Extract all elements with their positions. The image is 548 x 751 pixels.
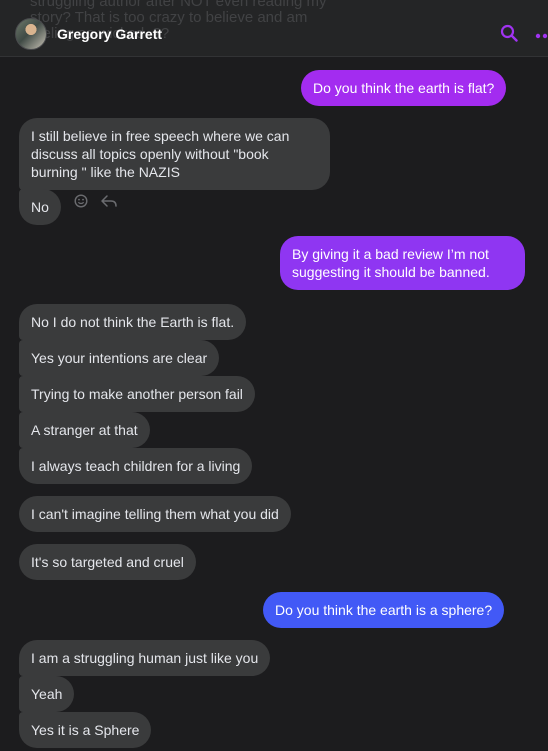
received-message[interactable]: I am a struggling human just like you — [19, 640, 271, 676]
received-message[interactable]: It's so targeted and cruel — [19, 544, 196, 580]
received-message[interactable]: No — [19, 189, 61, 225]
message-text: Yes your intentions are clear — [31, 350, 208, 366]
received-message[interactable]: I still believe in free speech where we … — [19, 118, 330, 190]
message-text: I still believe in free speech where we … — [31, 128, 290, 180]
received-message[interactable]: I always teach children for a living — [19, 448, 253, 484]
message-text: Trying to make another person fail — [31, 386, 243, 402]
message-text: Yes it is a Sphere — [31, 722, 140, 738]
contact-name[interactable]: Gregory Garrett — [57, 26, 162, 42]
message-text: I can't imagine telling them what you di… — [31, 506, 279, 522]
received-message[interactable]: Yeah — [19, 676, 75, 712]
message-text: It's so targeted and cruel — [31, 554, 184, 570]
message-text: Yeah — [31, 686, 63, 702]
message-thread: Do you think the earth is flat? I still … — [0, 57, 548, 751]
received-message[interactable]: A stranger at that — [19, 412, 150, 448]
message-text: I am a struggling human just like you — [31, 650, 259, 666]
more-icon[interactable] — [535, 26, 548, 44]
message-text: No — [31, 199, 49, 215]
received-message[interactable]: Yes your intentions are clear — [19, 340, 220, 376]
message-text: By giving it a bad review I’m not sugges… — [292, 246, 490, 280]
chat-header: struggling author after NOT even reading… — [0, 0, 548, 57]
message-text: Do you think the earth is flat? — [313, 80, 495, 96]
received-message[interactable]: Yes it is a Sphere — [19, 712, 152, 748]
received-message[interactable]: I can't imagine telling them what you di… — [19, 496, 291, 532]
search-icon[interactable] — [500, 24, 518, 47]
received-message[interactable]: No I do not think the Earth is flat. — [19, 304, 247, 340]
avatar[interactable] — [15, 18, 47, 50]
received-message[interactable]: Trying to make another person fail — [19, 376, 255, 412]
sent-message[interactable]: Do you think the earth is a sphere? — [263, 592, 505, 628]
message-text: No I do not think the Earth is flat. — [31, 314, 235, 330]
sent-message[interactable]: By giving it a bad review I’m not sugges… — [280, 236, 525, 290]
message-text: A stranger at that — [31, 422, 138, 438]
sent-message[interactable]: Do you think the earth is flat? — [301, 70, 507, 106]
message-text: I always teach children for a living — [31, 458, 241, 474]
emoji-react-icon[interactable] — [74, 194, 88, 213]
reply-icon[interactable] — [100, 194, 118, 213]
message-text: Do you think the earth is a sphere? — [275, 602, 493, 618]
